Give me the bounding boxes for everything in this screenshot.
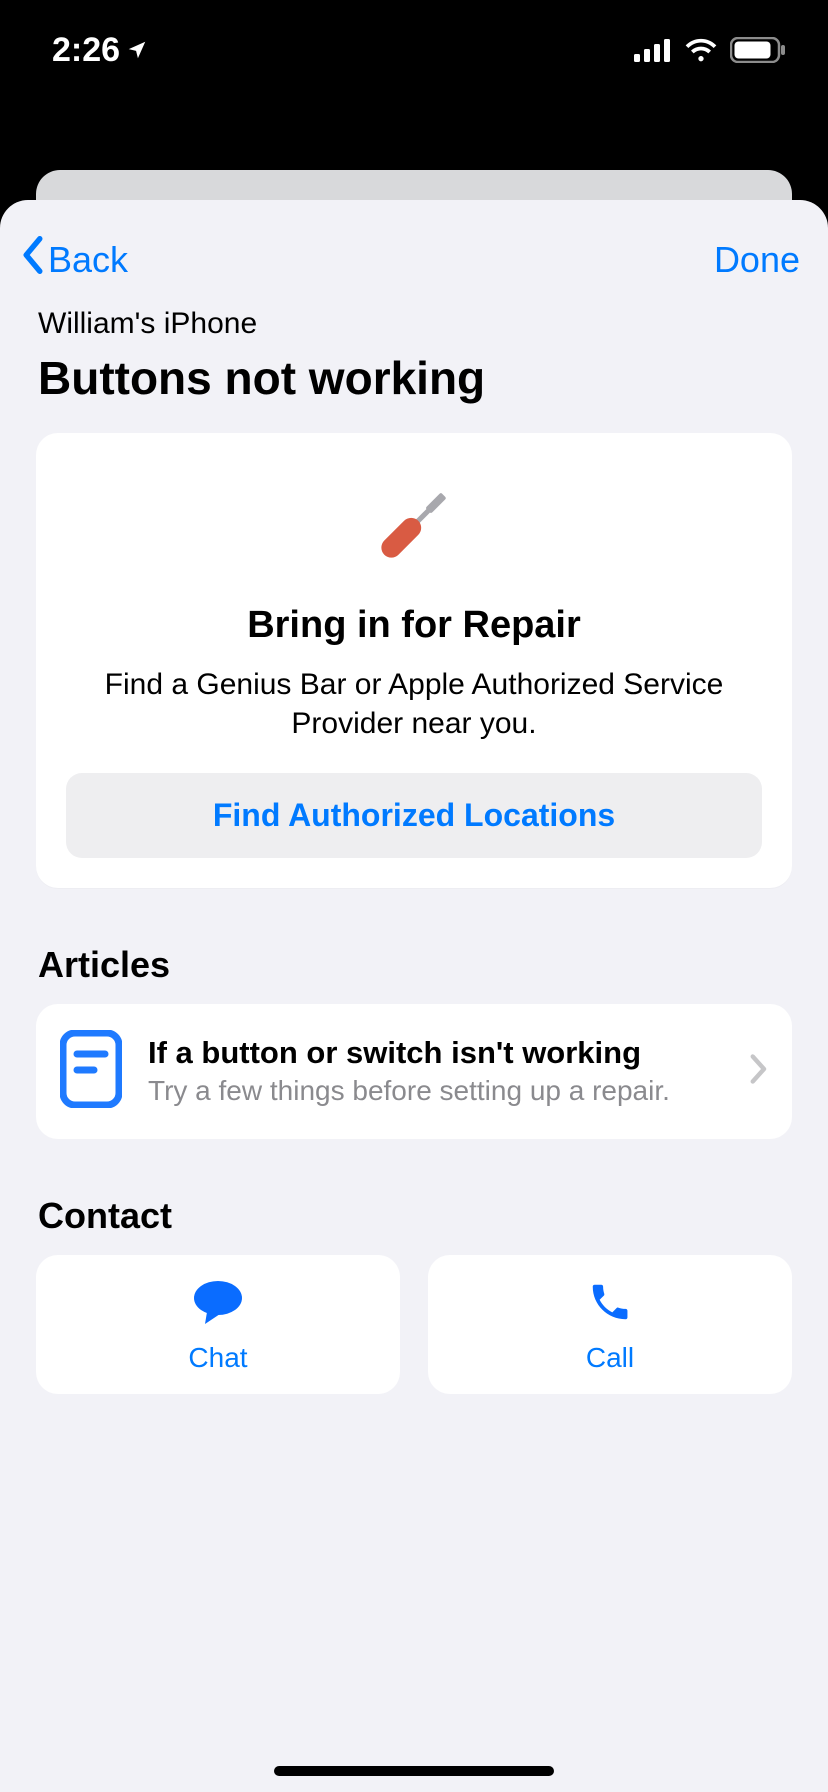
back-label: Back xyxy=(48,239,128,281)
article-title: If a button or switch isn't working xyxy=(148,1035,724,1071)
chevron-right-icon xyxy=(750,1054,768,1089)
status-bar: 2:26 xyxy=(0,0,828,100)
document-icon xyxy=(60,1030,122,1113)
page-title: Buttons not working xyxy=(38,351,790,405)
chat-icon xyxy=(192,1279,244,1332)
repair-card: Bring in for Repair Find a Genius Bar or… xyxy=(36,433,792,888)
nav-bar: Back Done xyxy=(0,220,828,307)
screwdriver-icon xyxy=(66,475,762,580)
battery-icon xyxy=(730,37,786,63)
back-button[interactable]: Back xyxy=(20,236,128,283)
status-time-label: 2:26 xyxy=(52,31,120,70)
articles-heading: Articles xyxy=(0,888,828,1004)
location-arrow-icon xyxy=(126,39,148,61)
contact-heading: Contact xyxy=(0,1139,828,1255)
status-time: 2:26 xyxy=(52,31,148,70)
page-header: William's iPhone Buttons not working xyxy=(0,307,828,433)
call-button[interactable]: Call xyxy=(428,1255,792,1394)
wifi-icon xyxy=(684,38,718,62)
article-subtitle: Try a few things before setting up a rep… xyxy=(148,1073,724,1108)
chat-button[interactable]: Chat xyxy=(36,1255,400,1394)
chat-label: Chat xyxy=(188,1342,247,1374)
phone-icon xyxy=(587,1279,633,1332)
repair-title: Bring in for Repair xyxy=(66,604,762,647)
chevron-left-icon xyxy=(20,236,46,283)
cellular-icon xyxy=(634,38,672,62)
home-indicator[interactable] xyxy=(274,1766,554,1776)
modal-sheet: Back Done William's iPhone Buttons not w… xyxy=(0,200,828,1792)
status-indicators xyxy=(634,37,786,63)
find-locations-button[interactable]: Find Authorized Locations xyxy=(66,773,762,858)
device-name: William's iPhone xyxy=(38,307,790,341)
call-label: Call xyxy=(586,1342,634,1374)
done-button[interactable]: Done xyxy=(714,239,800,281)
article-row[interactable]: If a button or switch isn't working Try … xyxy=(36,1004,792,1139)
repair-body: Find a Genius Bar or Apple Authorized Se… xyxy=(66,665,762,743)
